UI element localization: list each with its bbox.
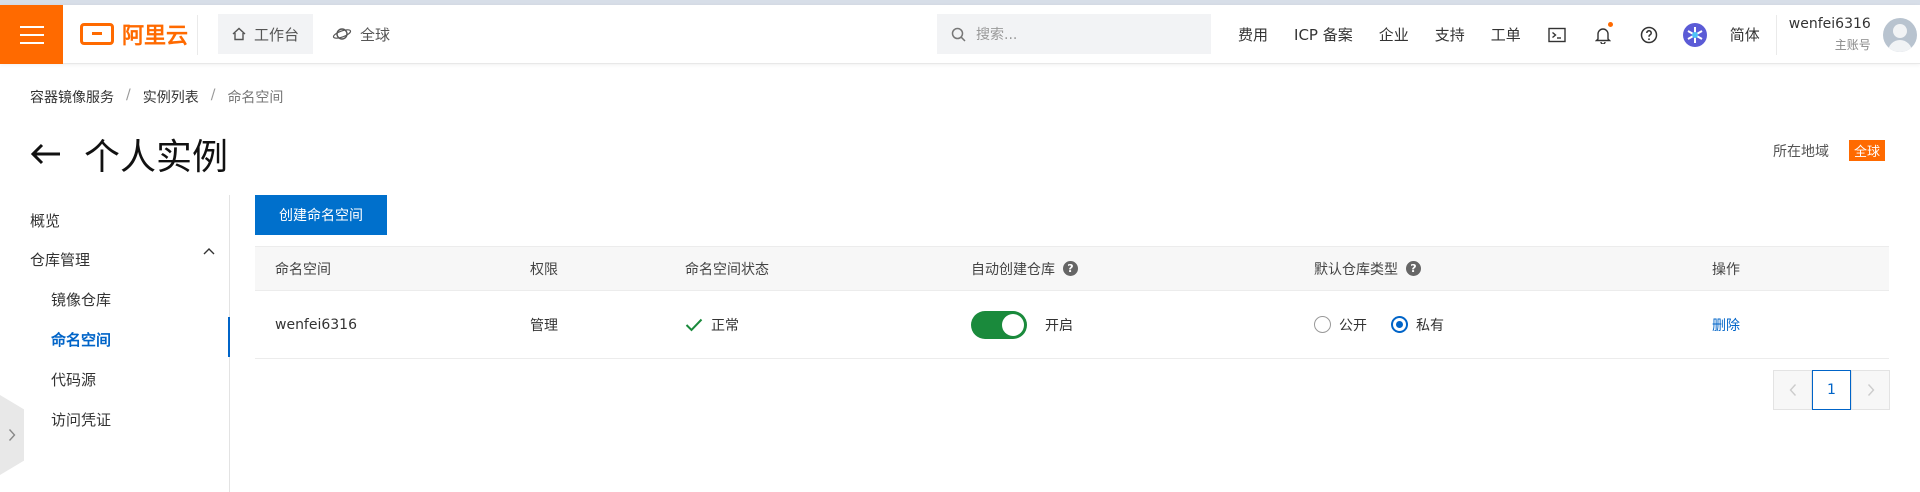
aliyun-logo[interactable]: 阿里云 [80,19,188,49]
radio-public[interactable] [1314,316,1331,333]
breadcrumb-separator: / [210,87,216,103]
back-button[interactable] [30,138,62,170]
sidebar-item-code-source[interactable]: 代码源 [51,369,96,390]
delete-link[interactable]: 删除 [1712,291,1740,358]
sidebar-item-image-repo[interactable]: 镜像仓库 [51,289,111,310]
breadcrumb-separator: / [126,87,131,103]
workbench-button[interactable]: 工作台 [218,14,314,54]
user-role: 主账号 [1834,38,1871,52]
status-cell: 正常 [685,291,739,358]
search-icon [951,27,966,42]
radio-public-label: 公开 [1339,317,1367,334]
top-links: 费用 ICP 备案 企业 支持 工单 简体 wenfei6316 主账号 [1225,5,1917,64]
breadcrumb-item[interactable]: 容器镜像服务 [30,87,114,107]
global-region-button[interactable]: 全球 [332,14,390,54]
home-icon [232,27,246,41]
notification-button[interactable] [1580,21,1626,44]
pagination: 1 [1773,370,1890,410]
notification-dot [1607,21,1613,27]
radio-private-label: 私有 [1416,317,1444,334]
link-billing[interactable]: 费用 [1225,24,1281,45]
help-icon[interactable]: ? [1406,261,1421,276]
ai-assistant-icon [1682,22,1707,47]
status-text: 正常 [711,317,739,334]
create-namespace-button[interactable]: 创建命名空间 [255,195,387,235]
prev-page-button[interactable] [1773,370,1812,410]
breadcrumb: 容器镜像服务 / 实例列表 / 命名空间 [30,87,283,107]
menu-button[interactable] [0,5,63,64]
sidebar-active-indicator [228,317,230,357]
link-icp[interactable]: ICP 备案 [1281,24,1366,45]
page-title: 个人实例 [84,137,229,178]
column-header-repo-type: 默认仓库类型 ? [1314,247,1421,290]
language-switch[interactable]: 简体 [1718,24,1772,45]
breadcrumb-current: 命名空间 [227,90,284,106]
planet-icon [332,28,352,40]
column-header-label: 自动创建仓库 [971,261,1055,278]
help-icon[interactable]: ? [1063,261,1078,276]
radio-private[interactable] [1391,316,1408,333]
auto-create-toggle[interactable] [971,310,1027,339]
chevron-left-icon [1789,384,1796,396]
chevron-right-icon [1867,384,1874,396]
next-page-button[interactable] [1851,370,1890,410]
page-header: 个人实例 [30,128,228,180]
workbench-label: 工作台 [254,25,300,44]
sidebar-item-overview[interactable]: 概览 [30,210,60,231]
region-label: 所在地域 [1773,143,1829,160]
namespace-name: wenfei6316 [275,316,357,333]
column-header-auto-create: 自动创建仓库 ? [971,247,1078,290]
column-header: 命名空间状态 [685,261,769,278]
link-support[interactable]: 支持 [1422,24,1478,45]
search-placeholder: 搜索... [976,27,1018,43]
region-badge[interactable]: 全球 [1849,140,1886,161]
column-header: 权限 [530,261,558,278]
user-divider [1775,14,1777,55]
auto-create-label: 开启 [1045,317,1073,334]
top-navbar: 阿里云 工作台 全球 搜索... 费用 ICP 备案 企业 支持 工单 简体 w… [0,5,1920,64]
sidebar-item-repo-management[interactable]: 仓库管理 [30,249,90,270]
arrow-left-icon [30,143,60,165]
chevron-up-icon[interactable] [202,246,216,256]
sidebar-item-namespace[interactable]: 命名空间 [51,329,111,350]
terminal-button[interactable] [1534,27,1580,43]
column-header: 操作 [1712,261,1740,278]
terminal-icon [1548,27,1566,42]
question-circle-icon [1640,26,1658,43]
link-ticket[interactable]: 工单 [1478,24,1534,45]
search-input[interactable]: 搜索... [937,14,1211,54]
aliyun-logo-icon [80,23,114,45]
hamburger-line [19,41,44,44]
auto-create-cell: 开启 [971,291,1073,358]
global-label: 全球 [360,25,391,44]
page-number[interactable]: 1 [1812,370,1851,410]
user-info[interactable]: wenfei6316 主账号 [1789,16,1871,53]
help-button[interactable] [1626,26,1672,44]
column-header-label: 默认仓库类型 [1314,261,1398,278]
sidebar-item-access-credential[interactable]: 访问凭证 [51,409,111,430]
table-header: 命名空间 权限 命名空间状态 自动创建仓库 ? 默认仓库类型 ? 操作 [255,246,1889,291]
bell-icon [1594,27,1611,44]
table-row: wenfei6316 管理 正常 开启 公开 私有 删除 [255,291,1889,359]
region-info: 所在地域 全球 [1773,140,1886,161]
link-enterprise[interactable]: 企业 [1366,24,1422,45]
logo-text: 阿里云 [122,24,189,49]
user-name: wenfei6316 [1788,16,1871,32]
breadcrumb-item[interactable]: 实例列表 [143,87,199,107]
ai-assistant-button[interactable] [1672,22,1718,48]
left-sidebar: 概览 仓库管理 镜像仓库 命名空间 代码源 访问凭证 [0,195,230,492]
hamburger-line [19,33,44,36]
repo-type-cell: 公开 私有 [1314,291,1444,358]
logo-divider [197,15,198,55]
chevron-right-icon [8,429,16,441]
check-icon [685,318,703,331]
avatar[interactable] [1882,17,1917,52]
namespace-table: 命名空间 权限 命名空间状态 自动创建仓库 ? 默认仓库类型 ? 操作 wenf… [255,246,1889,359]
hamburger-line [19,25,44,28]
column-header: 命名空间 [275,261,331,278]
permission: 管理 [530,317,558,334]
